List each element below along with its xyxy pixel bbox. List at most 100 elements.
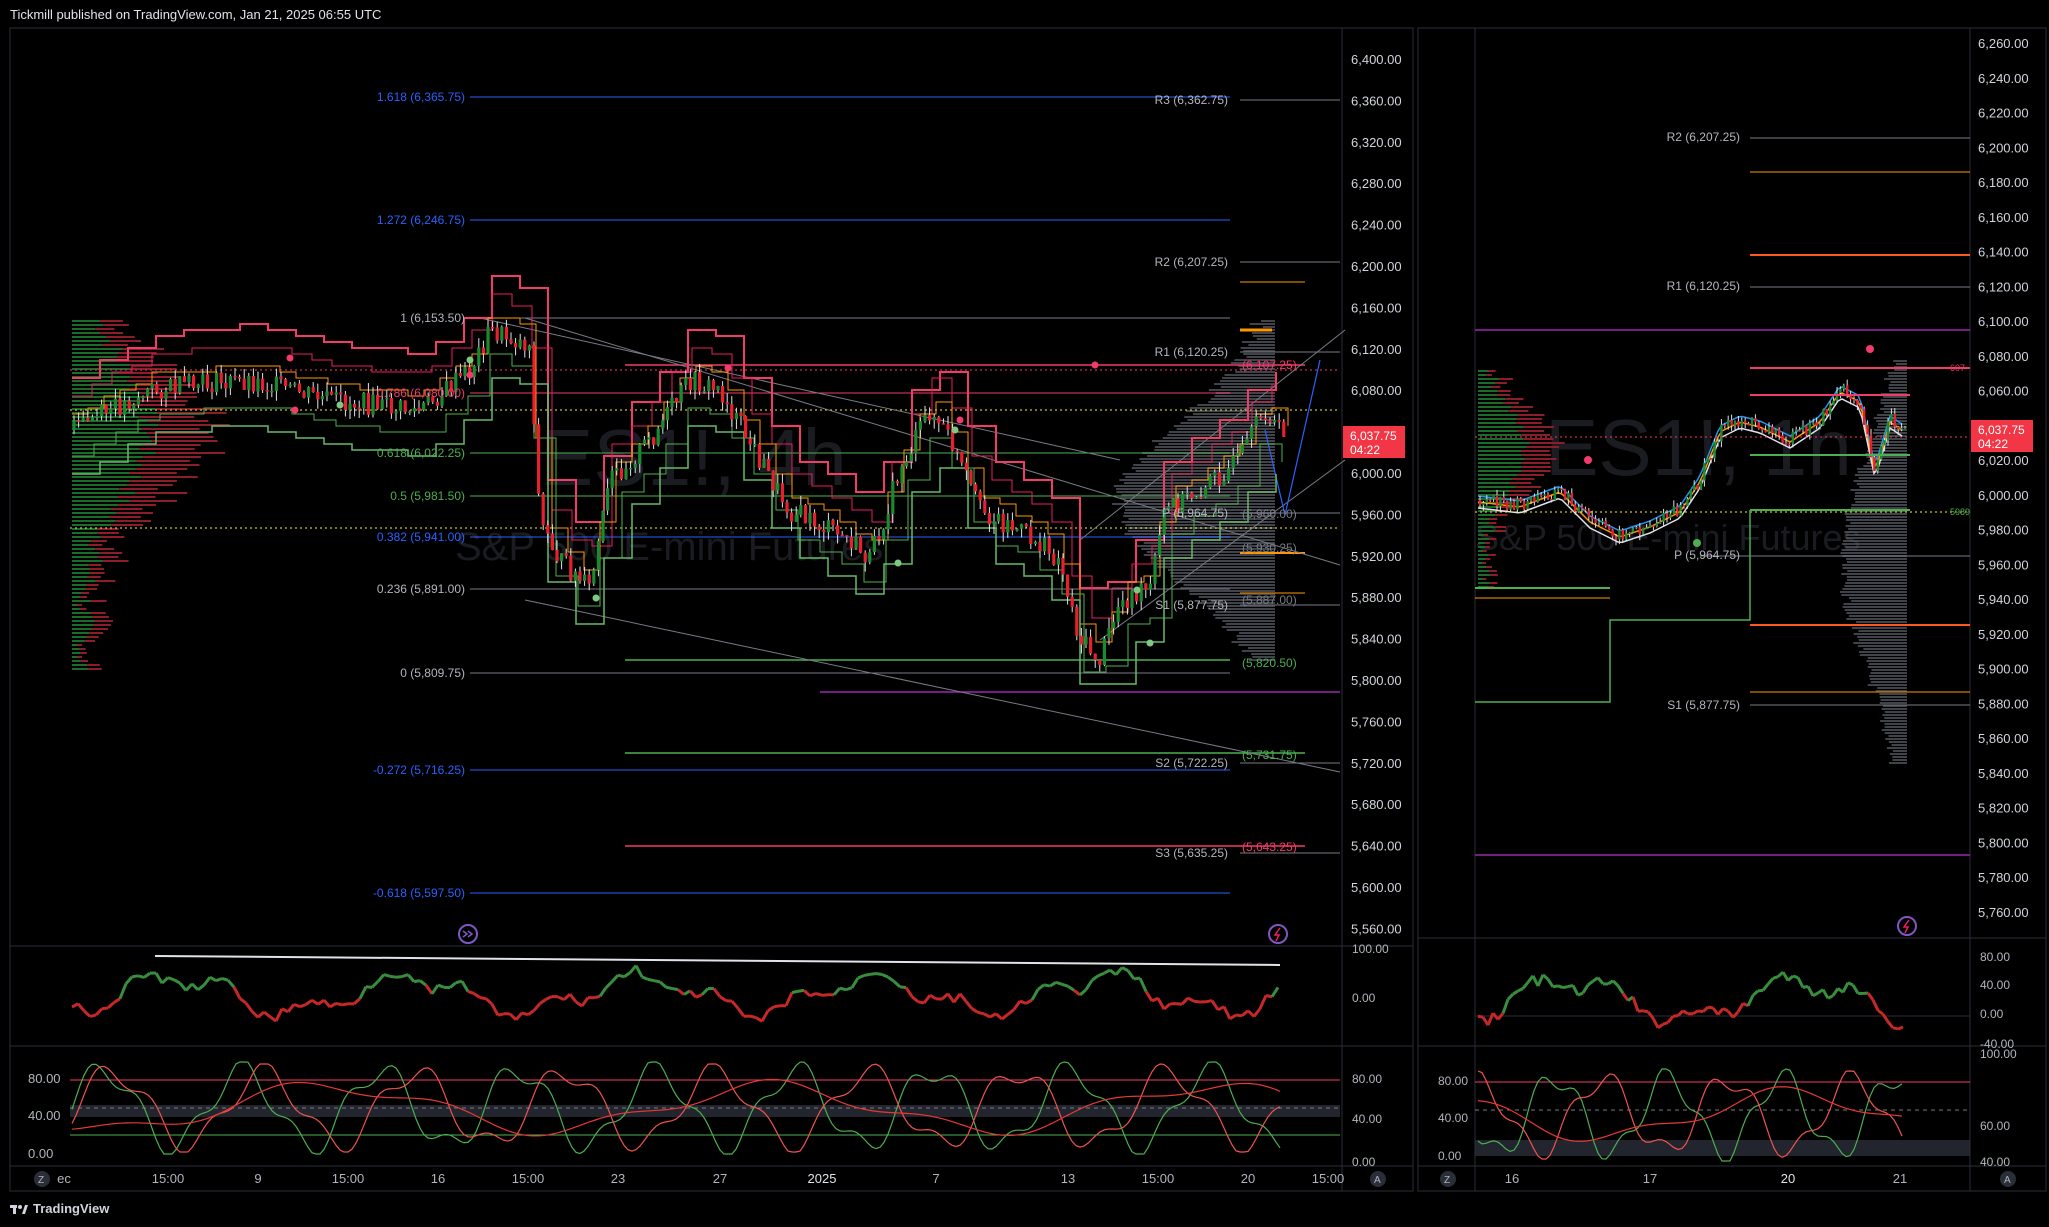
- volume-bar-up: [72, 436, 150, 438]
- right-pivot-label: P (5,964.75): [1674, 548, 1740, 562]
- candle-body: [311, 387, 315, 393]
- volume-bar-up: [72, 664, 88, 666]
- tradingview-logo[interactable]: TradingView: [10, 1201, 109, 1216]
- candle-body: [1029, 526, 1033, 544]
- candle-body: [583, 574, 587, 581]
- r-volume-bar-down: [1508, 410, 1529, 412]
- candle-body: [1199, 496, 1203, 499]
- session-volume-bar: [1226, 629, 1275, 631]
- candle-body: [656, 428, 660, 445]
- volume-bar-up: [72, 608, 80, 610]
- candle-body: [412, 407, 416, 412]
- candle-body: [1024, 524, 1028, 527]
- candle-body: [1038, 541, 1042, 552]
- r-volume-bar-up: [1478, 478, 1512, 480]
- candle-body: [601, 510, 605, 541]
- r-candle-body: [1631, 528, 1635, 533]
- candle-body: [716, 385, 720, 391]
- r-session-volume-bar: [1859, 654, 1907, 656]
- candle-body: [909, 453, 913, 462]
- candle-body: [983, 500, 987, 514]
- r-session-volume-bar: [1879, 693, 1907, 695]
- session-volume-bar: [1157, 566, 1275, 568]
- r-rsi-line: [1552, 984, 1559, 989]
- r-candle-body: [1625, 533, 1628, 540]
- candle-body: [541, 493, 545, 526]
- right-price-tick: 6,220.00: [1978, 106, 2029, 121]
- fib-label: 0.5 (5,981.50): [390, 489, 465, 503]
- r-volume-bar-down: [1525, 458, 1557, 460]
- candle-body: [859, 536, 863, 553]
- r-session-volume-bar: [1868, 447, 1907, 449]
- r-session-volume-bar: [1879, 696, 1907, 698]
- volume-bar-up: [72, 492, 136, 494]
- candle-body: [914, 429, 918, 454]
- candle-body: [721, 385, 725, 403]
- r-candle-body: [1710, 458, 1713, 460]
- volume-bar-up: [72, 572, 90, 574]
- chart-canvas[interactable]: ES1!, 4h S&P 500 E-mini Futures ES1!, 1h…: [0, 0, 2049, 1227]
- r-volume-bar-down: [1521, 434, 1550, 436]
- r-volume-bar-up: [1478, 474, 1518, 476]
- session-volume-bar: [1152, 440, 1275, 442]
- volume-bar-down: [77, 644, 82, 646]
- volume-bar-down: [81, 592, 90, 594]
- rsi-line: [845, 986, 853, 992]
- candle-body: [146, 388, 150, 397]
- volume-bar-up: [72, 512, 117, 514]
- tradingview-logo-icon: [10, 1204, 28, 1214]
- volume-bar-up: [72, 520, 116, 522]
- candle-body: [307, 387, 311, 398]
- candle-body: [739, 412, 743, 417]
- r-session-volume-bar: [1872, 432, 1907, 434]
- r-candle-body: [1812, 422, 1815, 424]
- r-volume-bar-up: [1478, 578, 1483, 580]
- r-volume-bar-up: [1478, 582, 1490, 584]
- r-session-volume-bar: [1856, 621, 1907, 623]
- candle-body: [514, 343, 518, 348]
- right-price-tick: 6,240.00: [1978, 71, 2029, 86]
- volume-bar-down: [127, 380, 173, 382]
- r-candle-body: [1621, 529, 1624, 540]
- right-price-tick: 5,900.00: [1978, 662, 2029, 677]
- r-session-volume-bar: [1857, 636, 1907, 638]
- candle-body: [757, 444, 761, 468]
- r-volume-bar-down: [1494, 530, 1507, 532]
- r-volume-bar-down: [1486, 374, 1492, 376]
- left-price-tick: 6,400.00: [1351, 52, 1402, 67]
- session-volume-bar: [1123, 500, 1275, 502]
- rsi-line: [815, 991, 823, 997]
- left-time-tick: 23: [611, 1171, 625, 1186]
- candle-body: [1213, 472, 1217, 476]
- r-session-volume-bar: [1890, 381, 1907, 383]
- r-session-volume-bar: [1863, 648, 1907, 650]
- candle-body: [974, 484, 978, 492]
- volume-bar-down: [97, 532, 119, 534]
- volume-bar-up: [72, 632, 90, 634]
- r-session-volume-bar: [1842, 564, 1907, 566]
- r-session-volume-bar: [1842, 606, 1907, 608]
- session-volume-bar: [1176, 428, 1275, 430]
- candle-body: [776, 483, 780, 491]
- right-price-tick: 5,880.00: [1978, 696, 2029, 711]
- volume-bar-down: [142, 428, 200, 430]
- volume-bar-up: [72, 576, 88, 578]
- r-candle-body: [1795, 429, 1798, 432]
- candle-body: [928, 414, 932, 421]
- r-candle-body: [1529, 496, 1533, 501]
- session-volume-bar: [1239, 632, 1275, 634]
- fib-label: 0 (5,809.75): [400, 666, 465, 680]
- session-volume-bar: [1123, 482, 1275, 484]
- candle-body: [1282, 421, 1286, 437]
- r-session-volume-bar: [1883, 396, 1907, 398]
- candle-body: [192, 375, 196, 389]
- candle-body: [813, 512, 817, 527]
- volume-bar-down: [80, 596, 88, 598]
- r-candle-body: [1543, 494, 1546, 496]
- left-countdown: 04:22: [1350, 443, 1380, 457]
- r-volume-bar-up: [1478, 570, 1490, 572]
- session-volume-bar: [1122, 473, 1275, 475]
- candle-body: [891, 481, 895, 515]
- rsi-line: [389, 974, 397, 979]
- volume-bar-up: [72, 340, 110, 342]
